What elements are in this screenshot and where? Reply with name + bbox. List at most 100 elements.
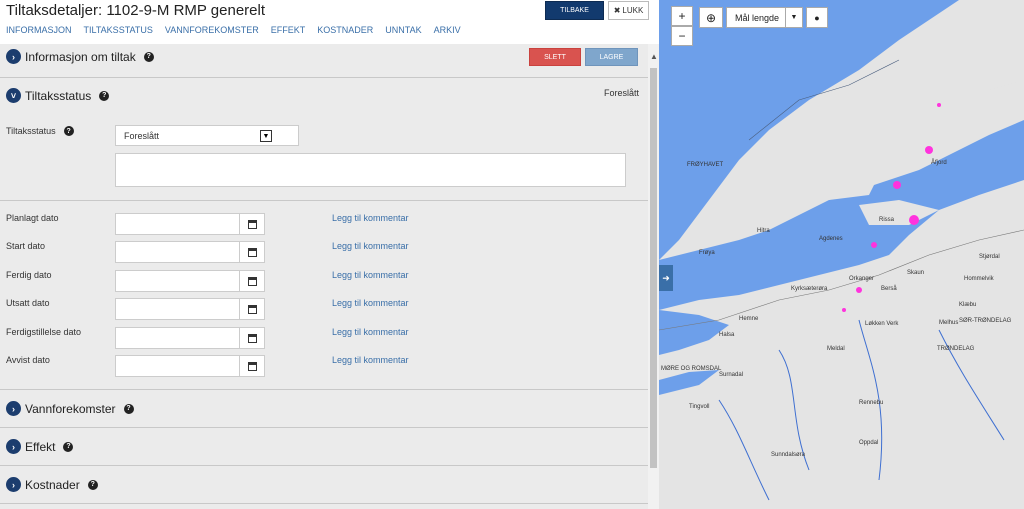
help-icon[interactable]: ? xyxy=(143,51,154,62)
zoom-box-button[interactable]: ⊕ xyxy=(699,7,723,28)
chevron-up-icon[interactable]: ▲ xyxy=(650,52,658,61)
start-date-input[interactable] xyxy=(115,241,240,263)
add-comment-link[interactable]: Legg til kommentar xyxy=(332,298,409,308)
help-icon[interactable]: ? xyxy=(87,479,98,490)
section-water: › Vannforekomster ? xyxy=(0,390,648,428)
section-info-header[interactable]: › Informasjon om tiltak ? xyxy=(6,49,154,64)
tab-unntak[interactable]: UNNTAK xyxy=(385,25,421,35)
map-view[interactable]: FRØYHAVET Hitra Frøya Orkanger Kyrksæter… xyxy=(659,0,1024,509)
status-select[interactable]: Foreslått ▼ xyxy=(115,125,299,146)
tab-arkiv[interactable]: ARKIV xyxy=(434,25,461,35)
date-row-start: Start dato Legg til kommentar xyxy=(0,241,648,263)
map-label: SØR-TRØNDELAG xyxy=(959,318,1012,324)
section-effect-header[interactable]: › Effekt ? xyxy=(6,439,74,454)
date-label: Ferdigstillelse dato xyxy=(6,327,82,337)
add-comment-link[interactable]: Legg til kommentar xyxy=(332,327,409,337)
map-label: Kyrksæterøra xyxy=(791,286,828,292)
measure-dropdown-toggle[interactable]: ▼ xyxy=(785,7,803,28)
chevron-right-icon: › xyxy=(6,477,21,492)
map-label: MØRE OG ROMSDAL xyxy=(661,366,722,372)
calendar-button[interactable] xyxy=(239,327,265,349)
section-effect-title: Effekt xyxy=(25,439,56,454)
map-label: Tingvoll xyxy=(689,404,710,410)
map-label: Agdenes xyxy=(819,236,843,242)
status-comment-textarea[interactable] xyxy=(115,153,626,187)
help-icon[interactable]: ? xyxy=(63,441,74,452)
map-label: Berså xyxy=(881,286,897,292)
utsatt-date-input[interactable] xyxy=(115,298,240,320)
map-label: Surnadal xyxy=(719,372,744,378)
ferdigstillelse-date-input[interactable] xyxy=(115,327,240,349)
map-label: Hommelvik xyxy=(964,276,994,282)
section-water-title: Vannforekomster xyxy=(25,401,116,416)
section-status: ˅ Tiltaksstatus ? Foreslått Tiltaksstatu… xyxy=(0,78,648,201)
tab-informasjon[interactable]: INFORMASJON xyxy=(6,25,72,35)
help-icon[interactable]: ? xyxy=(99,90,110,101)
map-label: FRØYHAVET xyxy=(687,162,724,168)
calendar-icon xyxy=(247,361,257,371)
status-field-label: Tiltaksstatus xyxy=(6,126,56,136)
date-row-planlagt: Planlagt dato Legg til kommentar xyxy=(0,213,648,235)
calendar-button[interactable] xyxy=(239,241,265,263)
status-select-value: Foreslått xyxy=(124,130,160,141)
add-comment-link[interactable]: Legg til kommentar xyxy=(332,213,409,223)
zoom-in-button[interactable]: + xyxy=(671,6,693,26)
section-status-header[interactable]: ˅ Tiltaksstatus ? xyxy=(6,88,110,103)
tab-tiltaksstatus[interactable]: TILTAKSSTATUS xyxy=(84,25,153,35)
close-button[interactable]: ✖ LUKK xyxy=(608,1,649,20)
section-water-header[interactable]: › Vannforekomster ? xyxy=(6,401,134,416)
map-label: Hitra xyxy=(757,228,770,234)
scrollbar-thumb[interactable] xyxy=(650,68,657,468)
add-comment-link[interactable]: Legg til kommentar xyxy=(332,241,409,251)
close-icon: ✖ xyxy=(613,6,621,15)
tab-kostnader[interactable]: KOSTNADER xyxy=(317,25,373,35)
map-label: TRØNDELAG xyxy=(937,346,975,352)
help-icon[interactable]: ? xyxy=(123,403,134,414)
planlagt-date-input[interactable] xyxy=(115,213,240,235)
date-label: Avvist dato xyxy=(6,355,50,365)
zoom-out-button[interactable]: − xyxy=(671,26,693,46)
section-status-title: Tiltaksstatus xyxy=(25,88,92,103)
ferdig-date-input[interactable] xyxy=(115,270,240,292)
section-costs-header[interactable]: › Kostnader ? xyxy=(6,477,98,492)
map-label: Sunndalsøra xyxy=(771,452,806,458)
map-label: Frøya xyxy=(699,250,715,256)
magnifier-icon: ⊕ xyxy=(705,10,717,25)
vertical-scrollbar[interactable]: ▲ xyxy=(648,44,659,509)
sections-content: › Informasjon om tiltak ? SLETT LAGRE ˅ … xyxy=(0,44,648,509)
save-button[interactable]: LAGRE xyxy=(585,48,638,66)
calendar-button[interactable] xyxy=(239,270,265,292)
map-label: Rissa xyxy=(879,217,895,223)
tab-vannforekomster[interactable]: VANNFOREKOMSTER xyxy=(165,25,259,35)
arrow-right-icon: ➜ xyxy=(662,272,670,283)
map-label: Melhus xyxy=(939,320,959,326)
calendar-icon xyxy=(247,247,257,257)
date-label: Planlagt dato xyxy=(6,213,59,223)
help-icon[interactable]: ? xyxy=(63,126,74,136)
add-comment-link[interactable]: Legg til kommentar xyxy=(332,270,409,280)
caret-down-icon: ▼ xyxy=(790,14,798,21)
status-field-label-wrap: Tiltaksstatus ? xyxy=(6,126,74,136)
map-label: Løkken Verk xyxy=(865,321,899,327)
add-comment-link[interactable]: Legg til kommentar xyxy=(332,355,409,365)
section-info-title: Informasjon om tiltak xyxy=(25,49,136,64)
calendar-button[interactable] xyxy=(239,298,265,320)
date-row-avvist: Avvist dato Legg til kommentar xyxy=(0,355,648,377)
delete-button[interactable]: SLETT xyxy=(529,48,581,66)
map-label: Åfjord xyxy=(931,160,947,166)
calendar-icon xyxy=(247,276,257,286)
back-button[interactable]: TILBAKE xyxy=(545,1,604,20)
tab-effekt[interactable]: EFFEKT xyxy=(271,25,306,35)
measure-label: Mål lengde xyxy=(735,12,780,23)
calendar-icon xyxy=(247,304,257,314)
globe-button[interactable]: ● xyxy=(806,7,828,28)
chevron-down-icon: ▼ xyxy=(260,130,272,142)
map-label: Rennebu xyxy=(859,400,884,406)
panel-toggle-button[interactable]: ➜ xyxy=(659,265,673,291)
close-button-label: LUKK xyxy=(622,6,644,15)
section-dates: Planlagt dato Legg til kommentar Start d… xyxy=(0,201,648,390)
calendar-button[interactable] xyxy=(239,355,265,377)
calendar-button[interactable] xyxy=(239,213,265,235)
avvist-date-input[interactable] xyxy=(115,355,240,377)
chevron-right-icon: › xyxy=(6,49,21,64)
